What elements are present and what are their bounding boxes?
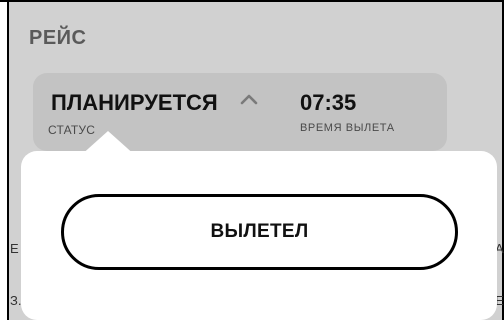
- top-frame: [0, 0, 504, 2]
- status-option-departed-button[interactable]: ВЫЛЕТЕЛ: [61, 194, 458, 270]
- edge-text-left-2: З.: [10, 293, 22, 308]
- status-option-label: ВЫЛЕТЕЛ: [210, 221, 309, 242]
- departure-time-value: 07:35: [300, 90, 357, 115]
- edge-text-left-1: Е: [10, 241, 19, 256]
- status-value[interactable]: ПЛАНИРУЕТСЯ: [51, 90, 218, 116]
- section-title: РЕЙС: [29, 27, 87, 49]
- chevron-up-icon[interactable]: [239, 92, 259, 106]
- departure-time-caption: ВРЕМЯ ВЫЛЕТА: [300, 122, 395, 134]
- popover-pointer: [79, 131, 137, 157]
- left-frame: [0, 0, 9, 320]
